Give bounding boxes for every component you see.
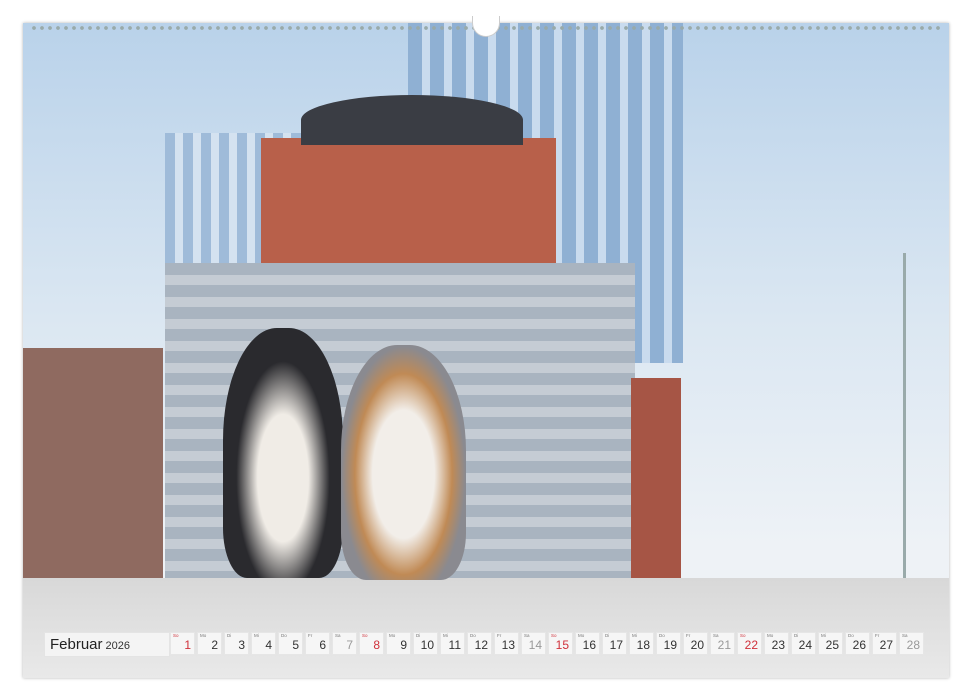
day-number: 26: [853, 638, 866, 652]
day-number: 28: [907, 638, 920, 652]
day-cell: Mo 9: [386, 632, 411, 655]
ground: [23, 578, 949, 678]
day-cell: Do 5: [278, 632, 303, 655]
weekday-label: Sa: [335, 633, 341, 638]
day-number: 13: [502, 638, 515, 652]
day-cell: Fr27: [872, 632, 897, 655]
weekday-label: Di: [416, 633, 420, 638]
day-cell: Do26: [845, 632, 870, 655]
day-cell: Do19: [656, 632, 681, 655]
day-cell: Sa21: [710, 632, 735, 655]
day-cell: So 1: [170, 632, 195, 655]
day-number: 10: [421, 638, 434, 652]
day-cell: Di17: [602, 632, 627, 655]
day-cell: Sa 7: [332, 632, 357, 655]
day-cell: Fr 6: [305, 632, 330, 655]
day-cell: Mi25: [818, 632, 843, 655]
day-number: 27: [880, 638, 893, 652]
brick-building: [261, 138, 556, 278]
weekday-label: Do: [281, 633, 287, 638]
day-cell: Sa14: [521, 632, 546, 655]
weekday-label: Mi: [254, 633, 259, 638]
weekday-label: Mo: [200, 633, 206, 638]
calendar-strip: Februar2026 So1Mo2Di3Mi4Do5Fr6Sa7So8Mo9D…: [44, 632, 928, 656]
day-cell: So 8: [359, 632, 384, 655]
day-number: 4: [265, 638, 272, 652]
day-number: 14: [529, 638, 542, 652]
weekday-label: Di: [794, 633, 798, 638]
weekday-label: So: [362, 633, 368, 638]
day-cell: So22: [737, 632, 762, 655]
day-cell: Fr13: [494, 632, 519, 655]
weekday-label: Di: [605, 633, 609, 638]
day-number: 2: [211, 638, 218, 652]
day-number: 16: [583, 638, 596, 652]
weekday-label: So: [173, 633, 179, 638]
day-number: 12: [475, 638, 488, 652]
day-cell: Mi18: [629, 632, 654, 655]
day-number: 21: [718, 638, 731, 652]
day-cell: Mo 2: [197, 632, 222, 655]
year: 2026: [106, 640, 130, 652]
month-label: Februar2026: [44, 632, 170, 657]
weekday-label: Fr: [497, 633, 501, 638]
day-number: 18: [637, 638, 650, 652]
day-number: 9: [400, 638, 407, 652]
day-number: 24: [799, 638, 812, 652]
roof: [301, 95, 523, 145]
weekday-label: Mi: [443, 633, 448, 638]
day-cell: Mi11: [440, 632, 465, 655]
day-number: 5: [292, 638, 299, 652]
day-number: 6: [319, 638, 326, 652]
weekday-label: Fr: [875, 633, 879, 638]
day-number: 17: [610, 638, 623, 652]
right-building: [631, 378, 681, 578]
day-number: 8: [373, 638, 380, 652]
day-number: 7: [346, 638, 353, 652]
weekday-label: Fr: [686, 633, 690, 638]
weekday-label: Mo: [389, 633, 395, 638]
day-cell: Mi 4: [251, 632, 276, 655]
left-building: [23, 348, 163, 578]
weekday-label: Di: [227, 633, 231, 638]
day-cell: Mo23: [764, 632, 789, 655]
day-cell: Fr20: [683, 632, 708, 655]
day-number: 1: [184, 638, 191, 652]
day-cell: Do12: [467, 632, 492, 655]
weekday-label: Fr: [308, 633, 312, 638]
day-number: 22: [745, 638, 758, 652]
month-name: Februar2026: [50, 636, 130, 653]
day-cell: Di 3: [224, 632, 249, 655]
dog-right: [341, 345, 466, 580]
day-number: 11: [449, 638, 461, 652]
dog-left: [223, 328, 343, 578]
calendar-photo: [23, 23, 949, 678]
day-cell: Sa28: [899, 632, 924, 655]
day-number: 23: [772, 638, 785, 652]
day-cells: So1Mo2Di3Mi4Do5Fr6Sa7So8Mo9Di10Mi11Do12F…: [170, 632, 926, 655]
day-number: 15: [556, 638, 569, 652]
day-number: 25: [826, 638, 839, 652]
day-cell: Mo16: [575, 632, 600, 655]
day-number: 3: [238, 638, 245, 652]
day-number: 19: [664, 638, 677, 652]
mast: [903, 253, 906, 593]
day-number: 20: [691, 638, 704, 652]
day-cell: Di10: [413, 632, 438, 655]
day-cell: So15: [548, 632, 573, 655]
day-cell: Di24: [791, 632, 816, 655]
